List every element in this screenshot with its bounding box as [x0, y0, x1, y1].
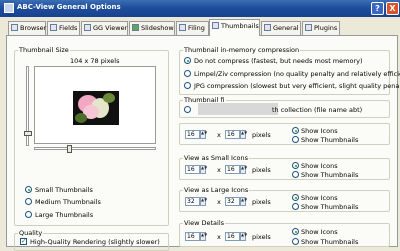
default-view-unit: pixels — [252, 131, 271, 139]
thumbnail-size-caption: 104 x 78 pixels — [70, 57, 120, 65]
small-icons-width-spinner[interactable]: ▲▼ — [200, 165, 207, 174]
app-icon — [4, 3, 14, 13]
small-thumbnails-label: Small Thumbnails — [35, 186, 93, 194]
medium-thumbnails-label: Medium Thumbnails — [35, 198, 101, 206]
no-compression-radio[interactable] — [184, 57, 191, 64]
browser-icon — [11, 24, 18, 31]
details-view-width-field[interactable]: 16 — [185, 232, 200, 241]
height-slider-handle[interactable] — [24, 131, 32, 136]
details-view-legend: View Details — [183, 219, 226, 227]
small-icons-show-icons-radio[interactable] — [292, 162, 299, 169]
no-compression-label: Do not compress (fastest, but needs most… — [194, 57, 363, 65]
small-icons-show-thumbnails-radio[interactable] — [292, 171, 299, 178]
large-thumbnails-label: Large Thumbnails — [35, 211, 94, 219]
tab-strip: Browser Fields GG Viewer Slideshow Filin… — [0, 19, 400, 36]
large-icons-unit: pixels — [252, 198, 271, 206]
quality-legend: Quality — [18, 229, 44, 237]
obscured-region — [198, 103, 278, 115]
large-icons-width-spinner[interactable]: ▲▼ — [200, 197, 207, 206]
default-view-show-icons-radio[interactable] — [292, 127, 299, 134]
default-view-show-thumbnails-label: Show Thumbnails — [301, 136, 359, 144]
slideshow-icon — [132, 24, 139, 31]
jpg-compression-label: JPG compression (slowest but very effici… — [194, 82, 400, 90]
default-view-width-spinner[interactable]: ▲▼ — [200, 130, 207, 139]
details-view-times: x — [217, 233, 221, 241]
window-title: ABC-View General Options — [17, 3, 121, 11]
large-icons-show-icons-radio[interactable] — [292, 194, 299, 201]
small-icons-unit: pixels — [252, 166, 271, 174]
help-button[interactable]: ? — [371, 2, 384, 15]
large-icons-show-icons-label: Show Icons — [301, 194, 338, 202]
details-view-show-icons-radio[interactable] — [292, 228, 299, 235]
large-icons-height-spinner[interactable]: ▲▼ — [240, 197, 247, 206]
tab-thumbnails[interactable]: Thumbnails — [209, 19, 260, 36]
preview-image — [73, 91, 119, 125]
small-icons-times: x — [217, 166, 221, 174]
small-icons-legend: View as Small Icons — [183, 154, 250, 162]
general-icon — [264, 24, 271, 31]
compression-legend: Thumbnail in-memory compression — [183, 46, 301, 54]
details-view-height-field[interactable]: 16 — [225, 232, 240, 241]
tab-browser[interactable]: Browser — [8, 21, 46, 35]
default-view-width-field[interactable]: 16 — [185, 130, 200, 139]
large-icons-legend: View as Large Icons — [183, 186, 250, 194]
large-thumbnails-radio[interactable] — [25, 211, 32, 218]
high-quality-label: High-Quality Rendering (slightly slower) — [30, 238, 160, 246]
small-icons-width-field[interactable]: 16 — [185, 165, 200, 174]
small-icons-show-icons-label: Show Icons — [301, 162, 338, 170]
large-icons-show-thumbnails-radio[interactable] — [292, 203, 299, 210]
default-view-height-field[interactable]: 16 — [225, 130, 240, 139]
tab-general[interactable]: General — [261, 21, 301, 35]
large-icons-show-thumbnails-label: Show Thumbnails — [301, 203, 359, 211]
small-icons-height-field[interactable]: 16 — [225, 165, 240, 174]
details-view-show-thumbnails-label: Show Thumbnails — [301, 238, 359, 246]
small-thumbnails-radio[interactable] — [25, 186, 32, 193]
default-view-show-icons-label: Show Icons — [301, 127, 338, 135]
details-view-show-icons-label: Show Icons — [301, 228, 338, 236]
fields-icon — [50, 24, 57, 31]
tab-plugins[interactable]: Plugins — [302, 21, 340, 35]
width-slider-handle[interactable] — [67, 145, 72, 153]
details-view-height-spinner[interactable]: ▲▼ — [240, 232, 247, 241]
tab-slideshow[interactable]: Slideshow — [129, 21, 175, 35]
details-view-unit: pixels — [252, 233, 271, 241]
tab-gg-viewer[interactable]: GG Viewer — [81, 21, 128, 35]
default-view-times: x — [217, 131, 221, 139]
large-icons-height-field[interactable]: 32 — [225, 197, 240, 206]
thumbnails-icon — [212, 22, 219, 29]
details-view-show-thumbnails-radio[interactable] — [292, 238, 299, 245]
high-quality-checkbox[interactable] — [20, 237, 27, 245]
lz-compression-radio[interactable] — [184, 70, 191, 77]
large-icons-width-field[interactable]: 32 — [185, 197, 200, 206]
medium-thumbnails-radio[interactable] — [25, 198, 32, 205]
thumbnail-size-legend: Thumbnail Size — [18, 46, 70, 54]
tab-filing[interactable]: Filing — [176, 21, 209, 35]
width-slider-track[interactable] — [34, 147, 156, 150]
filing-icon — [179, 24, 186, 31]
plugins-icon — [305, 24, 312, 31]
thumbnail-file-radio[interactable] — [184, 106, 191, 113]
jpg-compression-radio[interactable] — [184, 82, 191, 89]
close-button[interactable]: X — [386, 2, 399, 15]
details-view-width-spinner[interactable]: ▲▼ — [200, 232, 207, 241]
lz-compression-label: Limpel/Ziv compression (no quality penal… — [194, 70, 400, 78]
default-view-height-spinner[interactable]: ▲▼ — [240, 130, 247, 139]
thumbnail-file-label: th collection (file name abt) — [272, 106, 363, 114]
small-icons-height-spinner[interactable]: ▲▼ — [240, 165, 247, 174]
large-icons-times: x — [217, 198, 221, 206]
tab-fields[interactable]: Fields — [47, 21, 80, 35]
viewer-icon — [84, 24, 91, 31]
default-view-show-thumbnails-radio[interactable] — [292, 136, 299, 143]
small-icons-show-thumbnails-label: Show Thumbnails — [301, 171, 359, 179]
